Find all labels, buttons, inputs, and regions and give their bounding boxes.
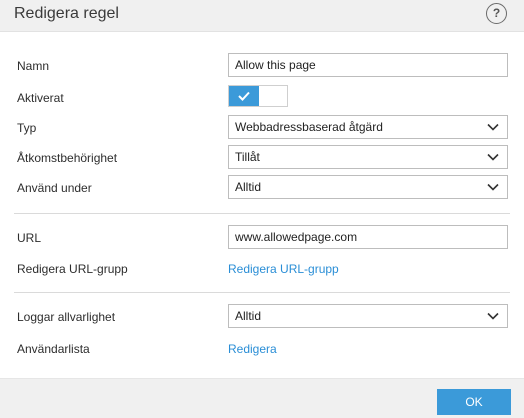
checkmark-icon [238, 91, 250, 101]
edit-rule-dialog: Redigera regel ? Namn Aktiverat Typ Webb… [0, 0, 524, 418]
apply-during-label: Använd under [17, 181, 92, 195]
access-select[interactable]: Tillåt [228, 145, 508, 169]
dialog-titlebar: Redigera regel ? [0, 0, 524, 32]
access-select-value: Tillåt [235, 150, 260, 164]
chevron-down-icon [487, 312, 499, 320]
dialog-title: Redigera regel [14, 5, 119, 22]
apply-during-select-value: Alltid [235, 180, 262, 194]
user-list-label: Användarlista [17, 342, 90, 356]
enabled-toggle[interactable] [228, 85, 288, 107]
access-label: Åtkomstbehörighet [17, 151, 118, 165]
chevron-down-icon [487, 153, 499, 161]
type-select[interactable]: Webbadressbaserad åtgärd [228, 115, 508, 139]
edit-url-group-link[interactable]: Redigera URL-grupp [228, 262, 339, 276]
type-label: Typ [17, 121, 37, 135]
help-icon[interactable]: ? [486, 3, 507, 24]
name-input[interactable] [228, 53, 508, 77]
url-input[interactable] [228, 225, 508, 249]
edit-user-list-link[interactable]: Redigera [228, 342, 277, 356]
log-severity-label: Loggar allvarlighet [17, 310, 116, 324]
log-severity-select-value: Alltid [235, 309, 262, 323]
apply-during-select[interactable]: Alltid [228, 175, 508, 199]
ok-button[interactable]: OK [437, 389, 511, 415]
chevron-down-icon [487, 123, 499, 131]
type-select-value: Webbadressbaserad åtgärd [235, 120, 383, 134]
url-group-label: Redigera URL-grupp [17, 262, 128, 276]
chevron-down-icon [487, 183, 499, 191]
enabled-label: Aktiverat [17, 91, 64, 105]
log-severity-select[interactable]: Alltid [228, 304, 508, 328]
section-divider [14, 213, 510, 214]
name-label: Namn [17, 59, 50, 73]
section-divider [14, 292, 510, 293]
url-label: URL [17, 231, 42, 245]
